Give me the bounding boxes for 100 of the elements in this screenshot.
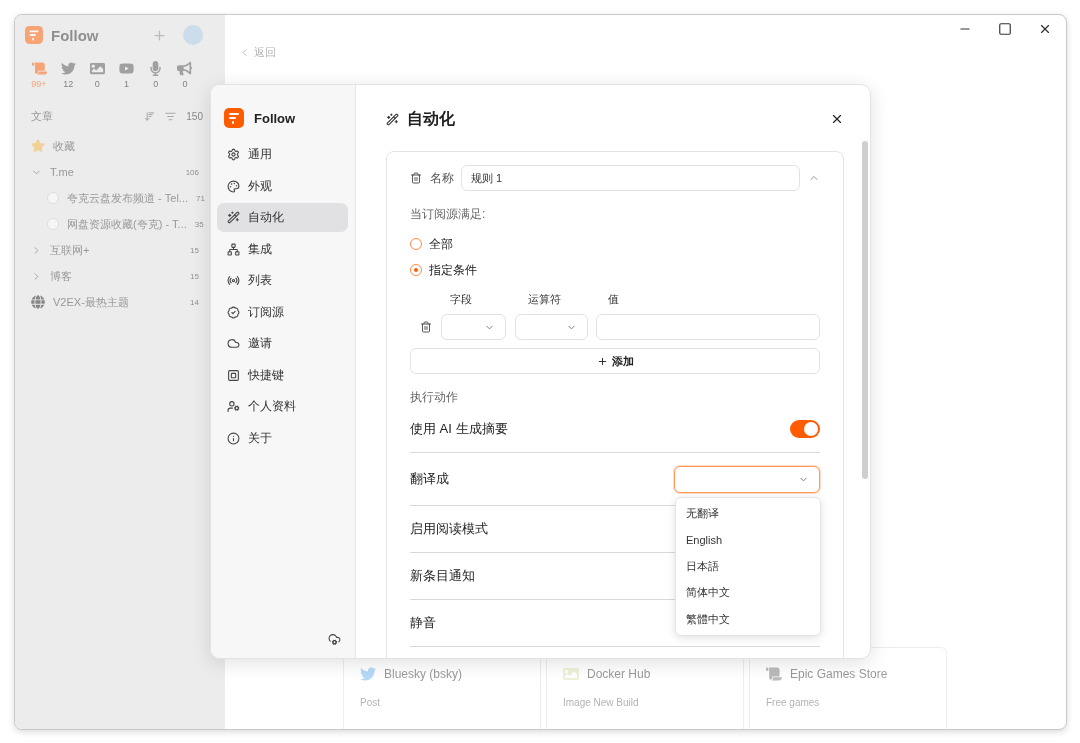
nav-item[interactable]: 个人资料 (217, 392, 348, 421)
scrollbar[interactable] (862, 141, 868, 479)
unread-count: 35 (194, 219, 204, 229)
sparkles-icon (386, 112, 399, 126)
action-label: 启用阅读模式 (410, 520, 488, 538)
nav-item[interactable]: 邀请 (217, 329, 348, 358)
service-subtitle: Post (360, 697, 381, 708)
unread-count: 71 (196, 193, 205, 203)
nav-label: 外观 (248, 177, 272, 195)
scroll-icon[interactable] (31, 61, 47, 76)
nav-label: 通用 (248, 146, 272, 163)
column-header: 运算符 (527, 291, 562, 307)
unread-count: 15 (190, 271, 199, 281)
service-title: Bluesky (bsky) (384, 667, 463, 681)
list-icon[interactable] (165, 110, 177, 122)
category-count: 0 (153, 79, 159, 89)
nav-label: 个人资料 (248, 398, 296, 415)
nav-label: 自动化 (248, 209, 284, 226)
service-title: Docker Hub (587, 667, 651, 681)
logo-icon (25, 26, 43, 44)
service-icon (766, 666, 782, 682)
toggle-switch[interactable] (790, 420, 820, 438)
bird-icon[interactable] (60, 61, 76, 76)
trash-icon[interactable] (410, 172, 422, 184)
network-icon (227, 242, 240, 256)
feed-favicon (47, 218, 59, 230)
action-label: 翻译成 (410, 470, 449, 488)
user-gear-icon (227, 400, 240, 413)
plus-icon[interactable] (152, 27, 167, 43)
category-count: 99+ (31, 79, 47, 89)
action-label: 新条目通知 (410, 567, 475, 585)
broadcast-icon (227, 274, 240, 287)
nav-item[interactable]: 集成 (217, 234, 348, 264)
service-subtitle: Image New Build (563, 697, 640, 708)
value-field[interactable] (596, 314, 820, 340)
unread-count: 14 (190, 297, 199, 307)
actions-label: 执行动作 (410, 389, 459, 406)
nav-label: 列表 (248, 272, 272, 289)
column-header: 字段 (449, 291, 473, 307)
avatar[interactable] (183, 25, 203, 45)
picture-icon[interactable] (89, 61, 105, 76)
nav-item[interactable]: 外观 (217, 171, 348, 201)
category-count: 1 (124, 79, 130, 89)
nav-item[interactable]: 订阅源 (217, 297, 348, 327)
section-title: 文章 (31, 108, 54, 124)
service-icon (563, 666, 579, 682)
gear-icon (227, 148, 240, 161)
app-name: Follow (51, 26, 100, 44)
radio-label: 全部 (429, 235, 453, 253)
menu-option[interactable]: 简体中文 (680, 579, 816, 606)
cloud-icon (227, 337, 240, 350)
menu-option[interactable]: English (680, 526, 816, 553)
category-count: 0 (182, 79, 188, 89)
square-icon (227, 368, 240, 382)
maximize-button[interactable] (998, 22, 1012, 36)
field-select[interactable] (441, 314, 506, 340)
dialog-title: 自动化 (407, 108, 456, 129)
nav-item[interactable]: 快捷键 (217, 360, 348, 390)
nav-item[interactable]: 通用 (217, 140, 348, 169)
menu-option[interactable]: 繁體中文 (680, 606, 816, 633)
app-name: Follow (254, 110, 296, 126)
condition-label: 当订阅源满足: (410, 206, 487, 223)
play-icon[interactable] (119, 61, 135, 76)
close-button[interactable] (830, 112, 844, 126)
column-header: 值 (607, 291, 620, 307)
close-icon (1038, 22, 1052, 36)
service-icon (360, 666, 376, 682)
unread-count: 15 (190, 245, 199, 255)
rule-name-field[interactable]: 规则 1 (461, 165, 800, 191)
nav-item[interactable]: 列表 (217, 266, 348, 295)
nav-label: 集成 (248, 240, 272, 258)
sort-icon[interactable] (144, 110, 156, 122)
star-icon (31, 139, 45, 153)
section-count: 150 (186, 110, 203, 122)
close-window-button[interactable] (1038, 22, 1052, 36)
feed-favicon (47, 192, 59, 204)
nav-item[interactable]: 自动化 (217, 203, 348, 232)
palette-icon (227, 179, 240, 193)
microphone-icon[interactable] (148, 61, 164, 76)
cloud-gear-icon[interactable] (328, 633, 341, 646)
name-label: 名称 (430, 169, 454, 187)
radio-label: 指定条件 (429, 261, 477, 279)
nav-label: 邀请 (248, 335, 272, 352)
service-title: Epic Games Store (790, 667, 888, 681)
language-select[interactable] (674, 465, 820, 493)
menu-option[interactable]: 无翻译 (680, 500, 816, 527)
service-subtitle: Free games (766, 697, 821, 708)
action-label: 使用 AI 生成摘要 (410, 420, 508, 438)
feed-icon (31, 295, 45, 309)
menu-option[interactable]: 日本語 (680, 553, 816, 580)
add-button[interactable]: 添加 (410, 348, 820, 374)
nav-label: 快捷键 (248, 366, 284, 384)
category-count: 12 (63, 79, 74, 89)
square-icon (998, 22, 1012, 36)
sparkles-icon (227, 211, 240, 224)
badge-check-icon (227, 305, 240, 319)
megaphone-icon[interactable] (177, 61, 193, 76)
logo-icon (224, 108, 244, 128)
operator-select[interactable] (515, 314, 588, 340)
nav-item[interactable]: 关于 (217, 423, 348, 453)
